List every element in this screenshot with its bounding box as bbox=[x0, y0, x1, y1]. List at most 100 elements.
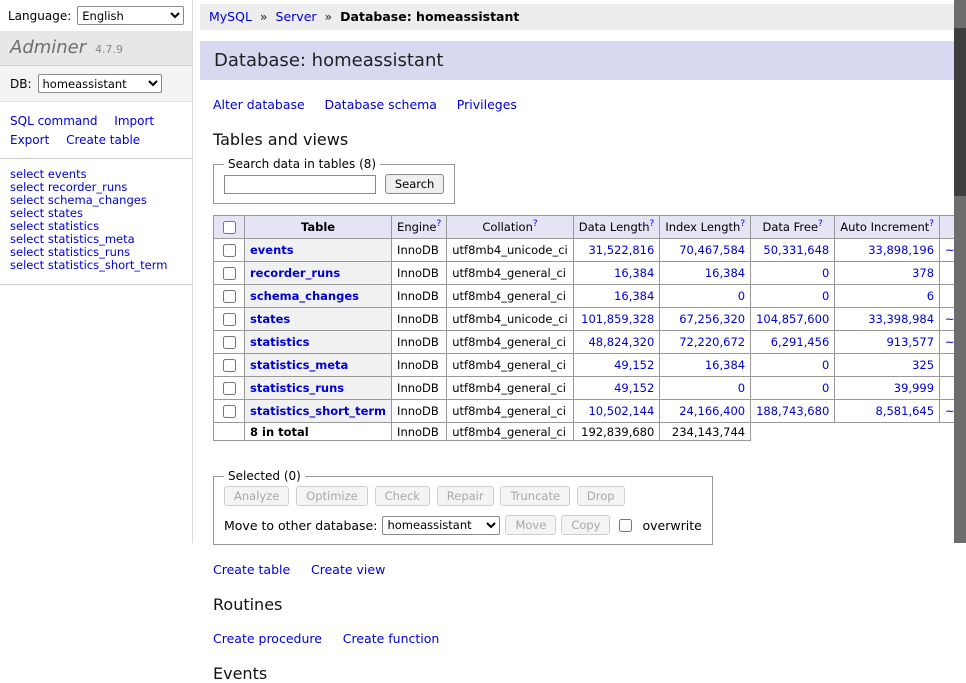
move-db-select[interactable]: homeassistant bbox=[382, 516, 500, 535]
row-checkbox[interactable] bbox=[223, 336, 236, 349]
column-help-link[interactable]: ? bbox=[740, 219, 745, 229]
data-length-link[interactable]: 49,152 bbox=[614, 381, 654, 395]
table-name-link[interactable]: statistics bbox=[250, 335, 310, 349]
data-length-link[interactable]: 48,824,320 bbox=[588, 335, 654, 349]
sidebar-link-export[interactable]: Export bbox=[10, 133, 49, 147]
auto-increment-link[interactable]: 378 bbox=[912, 266, 934, 280]
auto-increment-link[interactable]: 33,898,196 bbox=[868, 243, 934, 257]
data-length-cell: 16,384 bbox=[573, 262, 660, 285]
row-checkbox[interactable] bbox=[223, 359, 236, 372]
data-free-link[interactable]: 0 bbox=[822, 289, 829, 303]
routine-link[interactable]: Create procedure bbox=[213, 631, 322, 646]
table-name-link[interactable]: events bbox=[250, 243, 294, 257]
table-name-link[interactable]: statistics_short_term bbox=[250, 404, 386, 418]
column-help-link[interactable]: ? bbox=[929, 219, 934, 229]
data-length-link[interactable]: 101,859,328 bbox=[581, 312, 654, 326]
sidebar-link-sql-command[interactable]: SQL command bbox=[10, 114, 97, 128]
data-length-link[interactable]: 10,502,144 bbox=[588, 404, 654, 418]
create-link[interactable]: Create view bbox=[311, 562, 385, 577]
auto-increment-link[interactable]: 325 bbox=[912, 358, 934, 372]
create-link[interactable]: Create table bbox=[213, 562, 290, 577]
row-checkbox[interactable] bbox=[223, 313, 236, 326]
breadcrumb-separator: » bbox=[260, 9, 268, 24]
index-length-link[interactable]: 16,384 bbox=[705, 266, 745, 280]
index-length-link[interactable]: 24,166,400 bbox=[679, 404, 745, 418]
data-free-link[interactable]: 0 bbox=[822, 358, 829, 372]
app-title-block: Adminer 4.7.9 bbox=[0, 31, 192, 66]
table-row: events InnoDB utf8mb4_unicode_ci 31,522,… bbox=[214, 239, 966, 262]
auto-increment-link[interactable]: 39,999 bbox=[894, 381, 934, 395]
table-name-link[interactable]: recorder_runs bbox=[250, 266, 340, 280]
bulk-action-button[interactable]: Truncate bbox=[500, 486, 570, 506]
copy-button[interactable]: Copy bbox=[561, 515, 610, 535]
scrollbar[interactable] bbox=[954, 0, 966, 543]
row-checkbox[interactable] bbox=[223, 267, 236, 280]
data-free-link[interactable]: 104,857,600 bbox=[756, 312, 829, 326]
index-length-link[interactable]: 70,467,584 bbox=[679, 243, 745, 257]
table-name-cell: statistics bbox=[245, 331, 392, 354]
sidebar-link-create-table[interactable]: Create table bbox=[66, 133, 140, 147]
sidebar-table-link[interactable]: select statistics_runs bbox=[10, 245, 130, 259]
database-action-link[interactable]: Privileges bbox=[457, 97, 517, 112]
auto-increment-link[interactable]: 33,398,984 bbox=[868, 312, 934, 326]
sidebar-table-link[interactable]: select recorder_runs bbox=[10, 180, 127, 194]
overwrite-checkbox[interactable] bbox=[619, 519, 632, 532]
row-checkbox[interactable] bbox=[223, 405, 236, 418]
bulk-action-button[interactable]: Optimize bbox=[296, 486, 368, 506]
sidebar-table-link[interactable]: select states bbox=[10, 206, 83, 220]
data-length-link[interactable]: 16,384 bbox=[614, 266, 654, 280]
db-label: DB: bbox=[10, 77, 32, 91]
sidebar-table-link[interactable]: select statistics_meta bbox=[10, 232, 135, 246]
row-checkbox[interactable] bbox=[223, 244, 236, 257]
auto-increment-link[interactable]: 8,581,645 bbox=[876, 404, 935, 418]
column-help-link[interactable]: ? bbox=[650, 219, 655, 229]
row-checkbox[interactable] bbox=[223, 382, 236, 395]
table-name-link[interactable]: schema_changes bbox=[250, 289, 359, 303]
bulk-action-button[interactable]: Drop bbox=[577, 486, 625, 506]
data-length-link[interactable]: 49,152 bbox=[614, 358, 654, 372]
sidebar-table-link[interactable]: select statistics bbox=[10, 219, 99, 233]
table-name-link[interactable]: statistics_runs bbox=[250, 381, 344, 395]
database-action-link[interactable]: Database schema bbox=[325, 97, 437, 112]
sidebar-table-link[interactable]: select events bbox=[10, 167, 87, 181]
search-input[interactable] bbox=[224, 175, 376, 194]
breadcrumb-server-link[interactable]: Server bbox=[276, 9, 317, 24]
index-length-link[interactable]: 16,384 bbox=[705, 358, 745, 372]
data-length-link[interactable]: 31,522,816 bbox=[588, 243, 654, 257]
index-length-link[interactable]: 72,220,672 bbox=[679, 335, 745, 349]
column-help-link[interactable]: ? bbox=[436, 219, 441, 229]
data-free-link[interactable]: 6,291,456 bbox=[771, 335, 830, 349]
auto-increment-cell: 33,898,196 bbox=[835, 239, 940, 262]
data-free-link[interactable]: 50,331,648 bbox=[763, 243, 829, 257]
routine-link[interactable]: Create function bbox=[343, 631, 440, 646]
move-button[interactable]: Move bbox=[505, 515, 556, 535]
breadcrumb-mysql-link[interactable]: MySQL bbox=[209, 9, 252, 24]
table-name-link[interactable]: statistics_meta bbox=[250, 358, 348, 372]
bulk-action-button[interactable]: Analyze bbox=[224, 486, 289, 506]
db-select[interactable]: homeassistant bbox=[38, 74, 162, 93]
data-free-link[interactable]: 0 bbox=[822, 266, 829, 280]
search-button[interactable]: Search bbox=[385, 174, 445, 194]
row-checkbox[interactable] bbox=[223, 290, 236, 303]
index-length-link[interactable]: 0 bbox=[738, 381, 745, 395]
bulk-action-button[interactable]: Check bbox=[375, 486, 430, 506]
scrollbar-thumb[interactable] bbox=[954, 28, 966, 196]
sidebar-link-import[interactable]: Import bbox=[114, 114, 154, 128]
data-free-link[interactable]: 0 bbox=[822, 381, 829, 395]
select-all-checkbox[interactable] bbox=[223, 221, 236, 234]
index-length-link[interactable]: 0 bbox=[738, 289, 745, 303]
table-name-link[interactable]: states bbox=[250, 312, 290, 326]
column-help-link[interactable]: ? bbox=[533, 219, 538, 229]
index-length-link[interactable]: 67,256,320 bbox=[679, 312, 745, 326]
bulk-action-button[interactable]: Repair bbox=[437, 486, 494, 506]
sidebar-table-link[interactable]: select schema_changes bbox=[10, 193, 147, 207]
auto-increment-link[interactable]: 6 bbox=[927, 289, 934, 303]
data-free-link[interactable]: 188,743,680 bbox=[756, 404, 829, 418]
column-help-link[interactable]: ? bbox=[818, 219, 823, 229]
data-length-link[interactable]: 16,384 bbox=[614, 289, 654, 303]
auto-increment-link[interactable]: 913,577 bbox=[886, 335, 934, 349]
sidebar-table-link[interactable]: select statistics_short_term bbox=[10, 258, 167, 272]
database-action-link[interactable]: Alter database bbox=[213, 97, 305, 112]
language-select[interactable]: English bbox=[77, 6, 184, 25]
table-row: statistics_meta InnoDB utf8mb4_general_c… bbox=[214, 354, 966, 377]
